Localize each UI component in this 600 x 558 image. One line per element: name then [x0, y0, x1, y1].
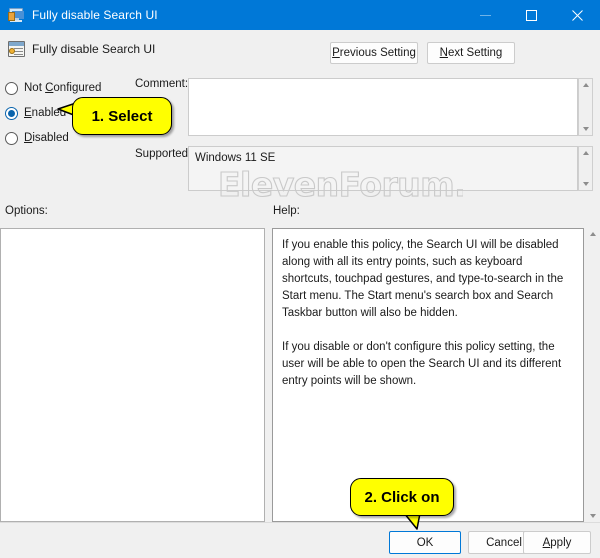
radio-label-not-configured: Not Configured — [24, 82, 102, 94]
options-panel[interactable] — [0, 228, 265, 522]
supported-on-scrollbar[interactable] — [578, 146, 593, 191]
previous-setting-button[interactable]: Previous Setting — [330, 42, 418, 64]
supported-on-value: Windows 11 SE — [195, 152, 276, 164]
radio-disabled[interactable]: Disabled — [5, 130, 69, 146]
caret-up-icon[interactable] — [579, 148, 592, 158]
comment-scrollbar[interactable] — [578, 78, 593, 136]
window-title: Fully disable Search UI — [32, 8, 158, 22]
radio-not-configured[interactable]: Not Configured — [5, 80, 101, 96]
radio-mark-not-configured — [5, 81, 18, 95]
radio-mark-enabled — [5, 106, 18, 120]
next-setting-button[interactable]: Next Setting — [427, 42, 515, 64]
help-paragraph-2: If you disable or don't configure this p… — [282, 341, 562, 387]
window-controls — [462, 0, 600, 30]
help-label: Help: — [273, 205, 300, 217]
caret-down-icon[interactable] — [579, 124, 592, 134]
ok-button[interactable]: OK — [389, 531, 461, 554]
group-policy-setting-dialog: Fully disable Search UI Fully disable Se… — [0, 0, 600, 558]
apply-button[interactable]: Apply — [523, 531, 591, 554]
minimize-icon[interactable] — [462, 0, 508, 30]
caret-up-icon[interactable] — [586, 229, 599, 239]
callout-step1: 1. Select — [72, 97, 172, 135]
help-scrollbar[interactable] — [585, 228, 600, 522]
radio-mark-disabled — [5, 131, 18, 145]
radio-label-disabled: Disabled — [24, 132, 69, 144]
caret-down-icon[interactable] — [579, 179, 592, 189]
supported-on-field: Windows 11 SE — [188, 146, 578, 191]
title-bar: Fully disable Search UI — [0, 0, 600, 30]
policy-title: Fully disable Search UI — [32, 42, 156, 56]
help-paragraph-1: If you enable this policy, the Search UI… — [282, 239, 564, 319]
caret-down-icon[interactable] — [586, 511, 599, 521]
maximize-icon[interactable] — [508, 0, 554, 30]
comment-label: Comment: — [135, 78, 189, 90]
close-icon[interactable] — [554, 0, 600, 30]
comment-input[interactable] — [188, 78, 578, 136]
caret-up-icon[interactable] — [579, 80, 592, 90]
callout-step2: 2. Click on — [350, 478, 454, 516]
policy-setting-icon — [8, 40, 26, 58]
options-label: Options: — [5, 205, 48, 217]
monitor-icon — [8, 7, 24, 23]
